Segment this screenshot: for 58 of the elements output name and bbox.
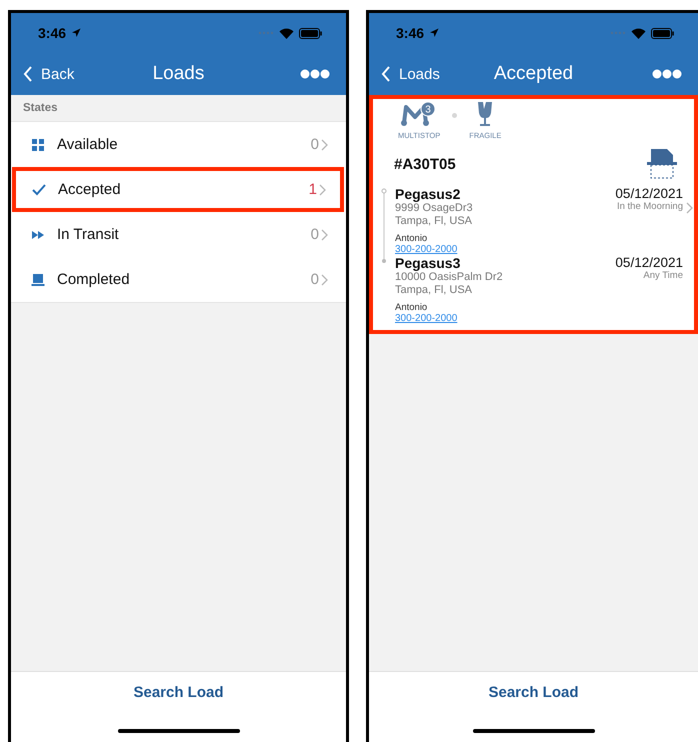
state-count: 0 <box>310 226 319 243</box>
back-button[interactable]: Back <box>23 66 74 82</box>
stop-time: In the Moorning <box>616 201 683 212</box>
stop-date: 05/12/2021 <box>615 255 683 270</box>
checkmark-icon <box>32 182 46 196</box>
document-scan-icon <box>646 148 678 180</box>
glass-icon <box>477 101 494 127</box>
battery-icon <box>651 28 674 38</box>
location-arrow-icon <box>429 28 440 38</box>
signal-icon <box>610 31 626 35</box>
state-row[interactable]: Completed 0 <box>11 257 346 302</box>
state-label: In Transit <box>57 226 120 243</box>
laptop-icon <box>31 272 45 286</box>
battery-icon <box>299 28 322 38</box>
more-icon[interactable] <box>652 69 682 79</box>
stop-city: Tampa, Fl, USA <box>395 215 474 228</box>
chevron-icon <box>321 138 328 150</box>
wifi-icon <box>279 28 294 38</box>
search-load-button[interactable]: Search Load <box>133 684 224 701</box>
stop-time: Any Time <box>643 270 683 281</box>
stop-name: Pegasus3 <box>395 255 462 271</box>
contact-name: Antonio <box>395 233 428 244</box>
load-id: #A30T05 <box>394 156 456 172</box>
chevron-icon <box>321 274 328 286</box>
state-row[interactable]: Accepted 1 <box>12 167 344 212</box>
state-label: Completed <box>57 271 131 288</box>
search-load-button[interactable]: Search Load <box>488 684 579 701</box>
stop-date: 05/12/2021 <box>615 186 683 201</box>
state-count: 0 <box>310 271 319 288</box>
stop-city: Tampa, Fl, USA <box>395 284 474 297</box>
nav-title: Accepted <box>494 63 574 85</box>
stop-address: 10000 OasisPalm Dr2 <box>395 271 504 284</box>
phone-link[interactable]: 300-200-2000 <box>395 244 616 255</box>
state-count: 0 <box>310 136 319 153</box>
location-arrow-icon <box>71 28 82 38</box>
grid-icon <box>31 138 45 152</box>
stop-name: Pegasus2 <box>395 186 462 202</box>
wifi-icon <box>631 28 646 38</box>
nav-title: Loads <box>152 63 204 85</box>
phone-link[interactable]: 300-200-2000 <box>395 313 616 324</box>
state-row[interactable]: In Transit 0 <box>11 212 346 257</box>
state-label: Accepted <box>58 181 122 198</box>
state-row[interactable]: Available 0 <box>11 122 346 167</box>
stop-address: 9999 OsageDr3 <box>395 202 474 215</box>
back-chevron-icon <box>381 66 391 82</box>
back-chevron-icon <box>23 66 33 82</box>
status-time: 3:46 <box>38 25 66 41</box>
more-icon[interactable] <box>300 69 330 79</box>
chevron-icon <box>319 184 326 196</box>
back-button[interactable]: Loads <box>381 66 440 82</box>
state-count: 1 <box>308 181 317 198</box>
section-header: States <box>23 102 58 114</box>
signal-icon <box>258 31 274 35</box>
chevron-icon <box>321 228 328 240</box>
status-time: 3:46 <box>396 25 424 41</box>
contact-name: Antonio <box>395 302 428 313</box>
state-label: Available <box>57 136 119 153</box>
chevron-icon <box>686 202 693 214</box>
